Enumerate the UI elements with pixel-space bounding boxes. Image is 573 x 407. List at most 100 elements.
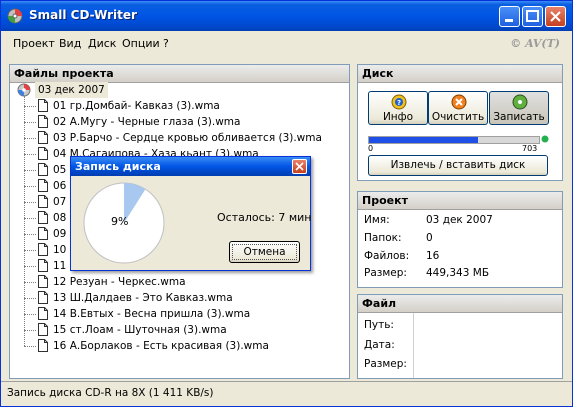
file-item[interactable]: 13 Ш.Далдаев - Это Кавказ.wma xyxy=(10,290,330,306)
document-icon xyxy=(38,163,48,176)
prop-value: 0 xyxy=(426,232,433,244)
prop-label: Размер: xyxy=(364,267,407,279)
minimize-icon xyxy=(505,19,513,22)
file-item[interactable]: 03 Р.Барчо - Сердце кровью обливается (3… xyxy=(10,130,330,146)
title-bar[interactable]: Small CD-Writer xyxy=(1,1,572,31)
file-item[interactable]: 15 ст.Лоам - Шуточная (3).wma xyxy=(10,322,330,338)
maximize-icon xyxy=(526,10,539,22)
status-text: Запись диска CD-R на 8X (1 411 KB/s) xyxy=(7,387,214,399)
capacity-bar xyxy=(368,136,540,144)
project-files-header: Файлы проекта xyxy=(10,65,349,83)
file-label: 03 Р.Барчо - Сердце кровью обливается (3… xyxy=(53,132,322,144)
file-label: 16 А.Борлаков - Есть красивая (3).wma xyxy=(53,340,269,352)
maximize-button[interactable] xyxy=(522,6,543,27)
file-label: 15 ст.Лоам - Шуточная (3).wma xyxy=(53,324,227,336)
file-item[interactable]: 14 В.Евтых - Весна пришла (3).wma xyxy=(10,306,330,322)
tree-root[interactable]: 03 дек 2007 xyxy=(10,82,330,98)
main-window: Small CD-Writer Проект Вид Диск Опции ? … xyxy=(0,0,573,407)
file-info-panel: Файл Путь: Дата: Размер: xyxy=(357,294,563,379)
prop-label: Папок: xyxy=(364,232,402,244)
menu-project[interactable]: Проект xyxy=(13,37,55,50)
file-label: 10 xyxy=(53,244,67,256)
tree-connector xyxy=(24,202,36,203)
tree-connector xyxy=(24,218,36,219)
info-icon: ? xyxy=(391,94,407,110)
tree-connector xyxy=(24,250,36,251)
file-item[interactable]: 16 А.Борлаков - Есть красивая (3).wma xyxy=(10,338,330,354)
project-files-row: Файлов: 16 xyxy=(364,250,439,262)
write-icon xyxy=(512,94,528,110)
document-icon xyxy=(38,227,48,240)
project-info-panel: Проект Имя: 03 дек 2007 Папок: 0 Файлов: 16… xyxy=(357,191,563,288)
close-icon xyxy=(295,162,304,171)
write-label: Записать xyxy=(493,111,545,123)
project-folders-row: Папок: 0 xyxy=(364,232,433,244)
file-label: 05 xyxy=(53,164,67,176)
document-icon xyxy=(38,243,48,256)
divider xyxy=(413,313,414,378)
file-date-row: Дата: xyxy=(364,339,395,351)
prop-label: Файлов: xyxy=(364,250,410,262)
tree-connector xyxy=(24,346,36,347)
minimize-button[interactable] xyxy=(499,6,520,27)
document-icon xyxy=(38,115,48,128)
clear-button[interactable]: Очистить xyxy=(428,91,488,125)
file-label: 08 xyxy=(53,212,67,224)
document-icon xyxy=(38,291,48,304)
tree-connector xyxy=(24,186,36,187)
disk-panel: Диск ? Инфо Очистить Записать 0 703 Извл… xyxy=(357,64,563,181)
dialog-title: Запись диска xyxy=(75,160,161,173)
file-label: 01 гр.Домбай- Кавказ (3).wma xyxy=(53,100,220,112)
tree-connector xyxy=(24,314,36,315)
menu-help[interactable]: ? xyxy=(163,37,169,50)
file-label: 09 xyxy=(53,228,67,240)
file-item[interactable]: 01 гр.Домбай- Кавказ (3).wma xyxy=(10,98,330,114)
document-icon xyxy=(38,99,48,112)
prop-label: Имя: xyxy=(364,214,390,226)
cancel-button[interactable]: Отмена xyxy=(229,241,300,263)
file-label: 06 xyxy=(53,180,67,192)
file-item[interactable]: 12 Резуан - Черкес.wma xyxy=(10,274,330,290)
menu-bar: Проект Вид Диск Опции ? © AV(T) xyxy=(1,33,572,55)
tree-connector xyxy=(24,170,36,171)
eject-button[interactable]: Извлечь / вставить диск xyxy=(368,155,548,176)
cd-icon xyxy=(17,83,31,97)
clear-label: Очистить xyxy=(431,111,485,123)
info-button[interactable]: ? Инфо xyxy=(368,91,428,125)
tree-connector xyxy=(24,266,36,267)
file-label: 02 А.Мугу - Черные глаза (3).wma xyxy=(53,116,241,128)
status-led-icon xyxy=(541,135,549,143)
dialog-title-bar[interactable]: Запись диска xyxy=(71,157,310,176)
file-info-header: Файл xyxy=(358,295,562,313)
document-icon xyxy=(38,195,48,208)
cd-icon xyxy=(7,8,23,24)
close-icon xyxy=(550,11,561,22)
document-icon xyxy=(38,211,48,224)
file-label: 11 xyxy=(53,260,67,272)
disk-header: Диск xyxy=(358,65,562,83)
file-label: 13 Ш.Далдаев - Это Кавказ.wma xyxy=(53,292,233,304)
tree-connector xyxy=(24,122,36,123)
file-label: 07 xyxy=(53,196,67,208)
tree-connector xyxy=(24,154,36,155)
file-label: 14 В.Евтых - Весна пришла (3).wma xyxy=(53,308,251,320)
menu-options[interactable]: Опции xyxy=(122,37,160,50)
file-size-row: Размер: xyxy=(364,358,407,370)
menu-disk[interactable]: Диск xyxy=(88,37,116,50)
close-button[interactable] xyxy=(545,6,566,27)
capacity-fill xyxy=(369,137,478,143)
project-info-header: Проект xyxy=(358,192,562,210)
document-icon xyxy=(38,323,48,336)
brand-logo: © AV(T) xyxy=(510,37,560,50)
file-item[interactable]: 02 А.Мугу - Черные глаза (3).wma xyxy=(10,114,330,130)
menu-view[interactable]: Вид xyxy=(59,37,81,50)
prop-value: 16 xyxy=(426,250,440,262)
time-remaining: Осталось: 7 мин xyxy=(217,211,312,224)
prop-value: 03 дек 2007 xyxy=(426,214,493,226)
tree-connector xyxy=(24,282,36,283)
dialog-close-button[interactable] xyxy=(292,159,307,174)
write-disc-dialog: Запись диска 9% Осталось: 7 мин Отмена xyxy=(70,156,311,271)
write-button[interactable]: Записать xyxy=(489,91,549,125)
document-icon xyxy=(38,259,48,272)
prop-value: 449,343 МБ xyxy=(426,267,490,279)
